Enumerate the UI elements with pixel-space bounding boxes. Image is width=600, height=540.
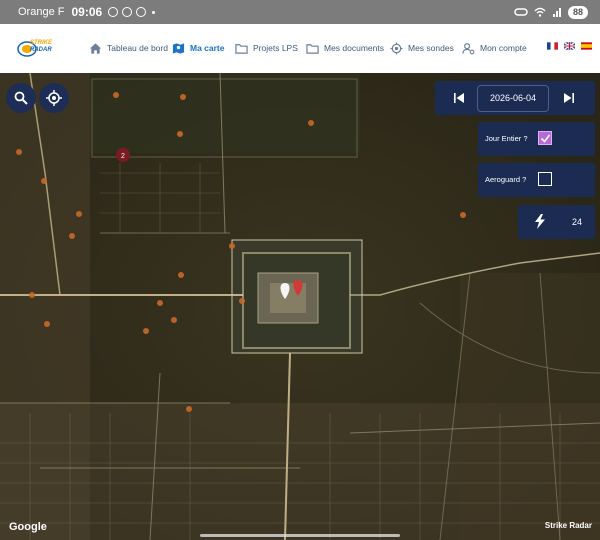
logo-word-top: STRIKE <box>30 40 53 46</box>
search-button[interactable] <box>6 83 36 113</box>
strike-marker[interactable] <box>29 292 35 298</box>
strike-marker[interactable] <box>186 406 192 412</box>
nav-map[interactable]: Ma carte <box>172 39 225 57</box>
map-canvas[interactable]: 2 2026-06-04 Jour Entier ? Aeroguard ? 2… <box>0 73 600 540</box>
nav-lps-projects[interactable]: Projets LPS <box>235 39 298 57</box>
folder-icon <box>235 43 248 54</box>
google-logo: Google <box>9 521 47 533</box>
flag-fr-icon[interactable] <box>547 42 558 50</box>
map-attribution: Strike Radar <box>544 521 592 530</box>
search-icon <box>14 91 28 105</box>
folder-icon <box>306 43 319 54</box>
nav-account-label: Mon compte <box>480 43 527 53</box>
previous-day-icon[interactable] <box>453 92 465 104</box>
home-icon <box>89 42 102 54</box>
user-settings-icon <box>462 42 475 54</box>
location-pin-icon[interactable] <box>280 283 290 299</box>
strike-marker[interactable] <box>171 317 177 323</box>
strike-marker[interactable] <box>460 212 466 218</box>
status-bar: Orange F 09:06 88 <box>0 0 600 24</box>
notification-icon <box>108 7 119 17</box>
home-indicator[interactable] <box>200 534 400 537</box>
wifi-icon <box>534 7 546 17</box>
crosshair-icon <box>390 41 403 55</box>
map-icon <box>172 42 185 54</box>
more-notifications-icon <box>152 10 156 14</box>
next-day-icon[interactable] <box>563 92 575 104</box>
nav-lps-projects-label: Projets LPS <box>253 43 298 53</box>
top-navbar: STRIKE RADAR Tableau de bord Ma carte Pr… <box>0 24 600 73</box>
strike-marker[interactable] <box>308 120 314 126</box>
date-field[interactable]: 2026-06-04 <box>477 85 549 112</box>
locate-button[interactable] <box>39 83 69 113</box>
nav-dashboard-label: Tableau de bord <box>107 43 168 53</box>
strike-marker[interactable] <box>76 211 82 217</box>
strike-marker[interactable] <box>44 321 50 327</box>
signal-icon <box>552 8 561 17</box>
nav-probes[interactable]: Mes sondes <box>390 39 454 57</box>
check-icon <box>136 7 147 17</box>
aeroguard-checkbox[interactable] <box>538 172 552 186</box>
vpn-icon <box>122 7 133 17</box>
strike-marker[interactable] <box>178 272 184 278</box>
nav-account[interactable]: Mon compte <box>462 39 527 57</box>
nav-dashboard[interactable]: Tableau de bord <box>89 39 168 57</box>
strike-marker[interactable] <box>41 178 47 184</box>
gps-crosshair-icon <box>46 90 62 106</box>
strike-marker[interactable] <box>16 149 22 155</box>
aeroguard-label: Aeroguard ? <box>485 175 527 184</box>
aeroguard-panel: Aeroguard ? <box>478 163 595 197</box>
nav-probes-label: Mes sondes <box>408 43 454 53</box>
nav-documents-label: Mes documents <box>324 43 384 53</box>
cluster-count: 2 <box>121 153 125 160</box>
logo-wordmark: STRIKE RADAR <box>30 40 52 54</box>
full-day-checkbox[interactable] <box>538 131 552 145</box>
strike-marker[interactable] <box>180 94 186 100</box>
clock: 09:06 <box>71 5 103 19</box>
language-switcher <box>547 42 592 50</box>
strike-count-panel[interactable]: 24 <box>518 205 595 239</box>
flag-es-icon[interactable] <box>581 42 592 50</box>
strike-marker[interactable] <box>229 243 235 249</box>
nav-documents[interactable]: Mes documents <box>306 39 384 57</box>
probe-pin-icon[interactable] <box>293 280 303 296</box>
date-navigator: 2026-06-04 <box>435 81 595 115</box>
strike-marker[interactable] <box>113 92 119 98</box>
full-day-label: Jour Entier ? <box>485 134 528 143</box>
battery-indicator: 88 <box>567 5 588 19</box>
checkmark-icon <box>540 134 550 143</box>
strike-marker[interactable] <box>239 298 245 304</box>
flag-en-icon[interactable] <box>564 42 575 50</box>
link-icon <box>514 8 528 16</box>
full-day-panel: Jour Entier ? <box>478 122 595 156</box>
logo-word-bottom: RADAR <box>30 47 52 53</box>
carrier-label: Orange F <box>18 6 65 18</box>
strike-marker[interactable] <box>143 328 149 334</box>
strike-marker[interactable] <box>177 131 183 137</box>
nav-map-label: Ma carte <box>190 43 225 53</box>
strike-marker[interactable] <box>69 233 75 239</box>
strike-count-value: 24 <box>572 217 583 227</box>
lightning-icon <box>535 214 545 229</box>
strike-marker[interactable] <box>157 300 163 306</box>
